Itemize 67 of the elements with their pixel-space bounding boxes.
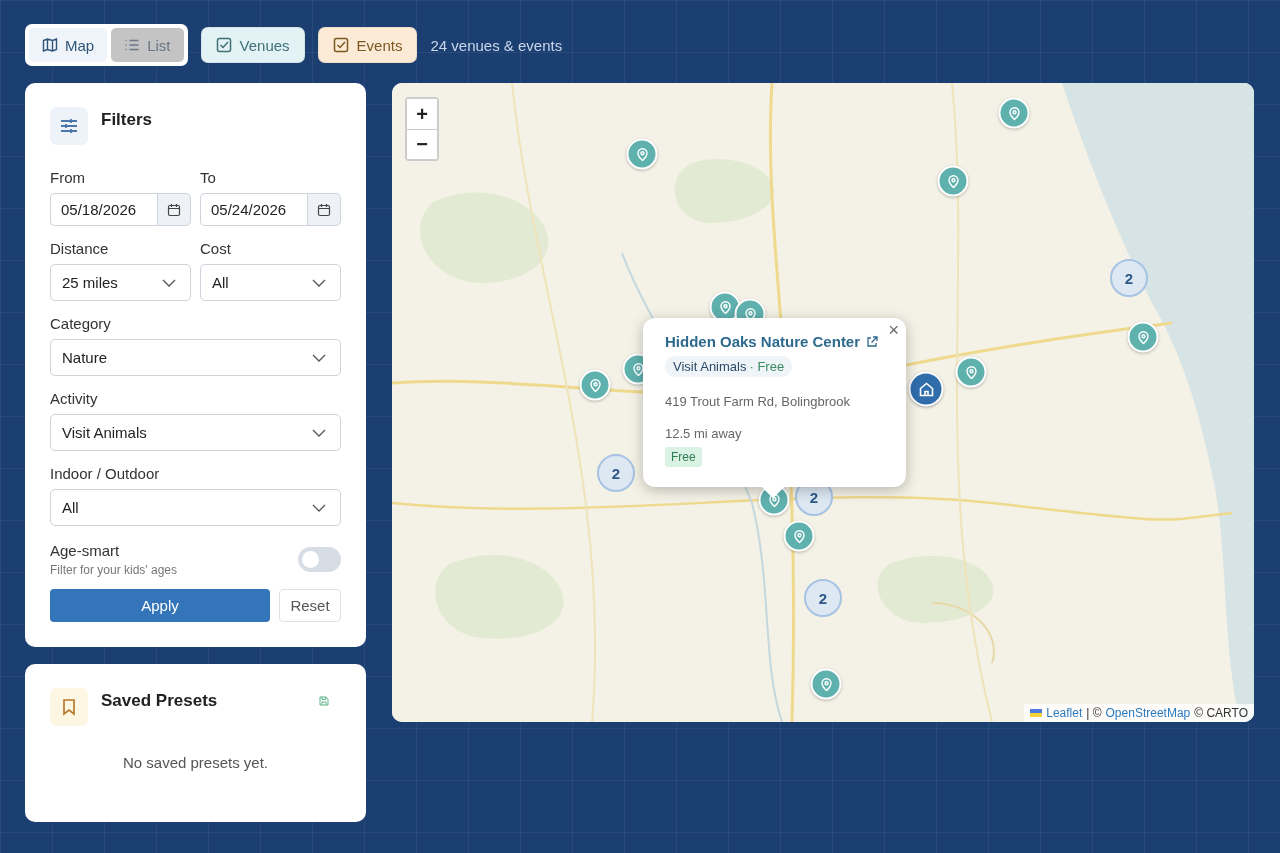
external-link-icon[interactable] (866, 335, 879, 348)
field-label: Indoor / Outdoor (50, 465, 161, 482)
dropdown[interactable]: All (200, 264, 341, 301)
close-button[interactable]: × (888, 320, 899, 341)
leaflet-link[interactable]: Leaflet (1046, 706, 1083, 720)
map-pin-icon (792, 529, 806, 543)
dropdown[interactable]: All (50, 489, 341, 526)
attribution-text: © CARTO (1194, 706, 1248, 720)
venue-link[interactable]: Hidden Oaks Nature Center (665, 333, 861, 350)
house-icon (918, 381, 934, 397)
chevron-icon (312, 278, 326, 287)
zoom-out-button[interactable]: − (407, 129, 437, 159)
map-panel[interactable]: + − 2 2 2 2 × Hidden Oaks Nature Center Visit Animals · Free 419 Trout Farm Rd, Bolingbrook 12.5 mi away Free Leaflet | © OpenStreetMap © CARTO (392, 83, 1254, 722)
calendar-button[interactable] (157, 193, 191, 226)
save-icon[interactable] (319, 696, 329, 706)
map-pin-icon (718, 300, 732, 314)
bookmark-icon (50, 688, 88, 726)
field-label: From (50, 169, 86, 186)
field-label: To (200, 169, 217, 186)
checkbox-icon (215, 37, 232, 53)
chevron-icon (162, 278, 176, 287)
card-title: Filters (101, 110, 153, 130)
result-count: 24 venues & events (430, 36, 563, 54)
dropdown[interactable]: Nature (50, 339, 341, 376)
map-pin-icon (635, 147, 649, 161)
dropdown[interactable]: 25 miles (50, 264, 191, 301)
openstreetmap-link[interactable]: OpenStreetMap (1105, 706, 1191, 720)
map-pin-icon (631, 362, 645, 376)
flag-icon (1030, 709, 1043, 717)
toggle-label: Age-smart (50, 542, 121, 559)
chevron-icon (312, 503, 326, 512)
calendar-icon (317, 202, 331, 217)
calendar-button[interactable] (307, 193, 341, 226)
checkbox-icon (332, 37, 349, 53)
list-icon (124, 37, 141, 53)
filter-chip[interactable]: Venues (200, 27, 305, 63)
attribution-text: | © (1086, 706, 1102, 720)
toggle-hint: Filter for your kids' ages (50, 563, 177, 577)
card-title: Saved Presets (101, 691, 218, 711)
map-pin-icon (588, 378, 602, 392)
sliders-icon (50, 107, 88, 145)
venue-distance: 12.5 mi away (665, 426, 742, 441)
dropdown[interactable]: Visit Animals (50, 414, 341, 451)
reset-button[interactable]: Reset (279, 589, 341, 622)
cost-note: · Free (749, 359, 785, 374)
chevron-icon (312, 428, 326, 437)
map-pin-icon (767, 493, 781, 507)
field-label: Cost (200, 240, 232, 257)
chevron-icon (312, 353, 326, 362)
field-label: Category (50, 315, 112, 332)
activity-name: Visit Animals (673, 359, 747, 374)
field-label: Distance (50, 240, 110, 257)
filter-chip[interactable]: Events (317, 27, 418, 63)
view-tab[interactable]: Map (29, 28, 108, 62)
map-pin-icon (1136, 330, 1150, 344)
map-pin-icon (964, 365, 978, 379)
empty-message: No saved presets yet. (121, 754, 270, 771)
map-icon (42, 37, 58, 53)
price-badge: Free (665, 447, 702, 467)
map-pin-icon (946, 174, 960, 188)
map-pin-icon (819, 677, 833, 691)
apply-button[interactable]: Apply (50, 589, 270, 622)
calendar-icon (167, 202, 181, 217)
field-label: Activity (50, 390, 99, 407)
map-pin-icon (1007, 106, 1021, 120)
venue-address: 419 Trout Farm Rd, Bolingbrook (665, 394, 850, 409)
toggle-switch[interactable] (298, 547, 341, 572)
